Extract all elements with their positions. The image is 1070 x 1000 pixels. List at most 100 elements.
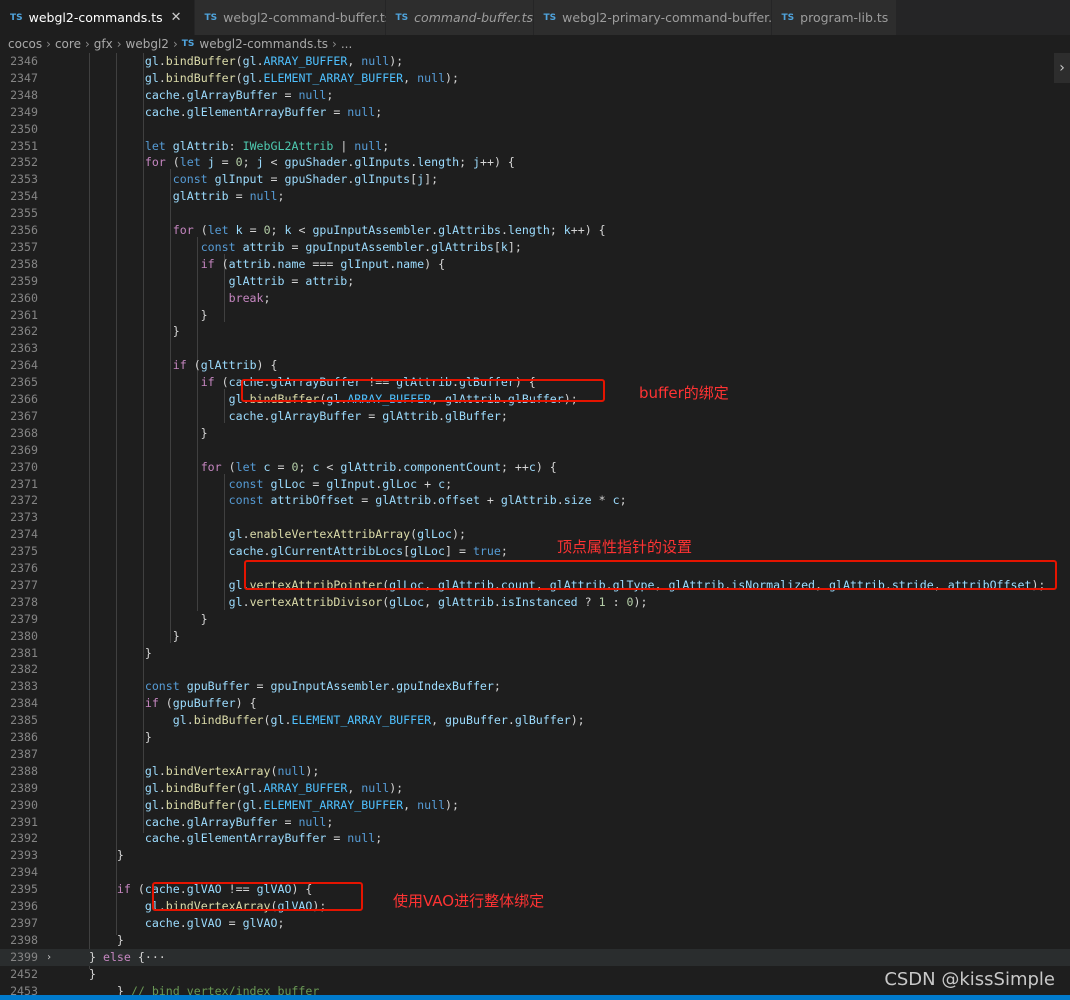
code-line[interactable]: 2353 const glInput = gpuShader.glInputs[… [0,171,1070,188]
code-line[interactable]: 2370 for (let c = 0; c < glAttrib.compon… [0,459,1070,476]
code-line[interactable]: 2360 break; [0,290,1070,307]
line-number: 2352 [10,155,38,170]
code-line[interactable]: 2379 } [0,611,1070,628]
code-line[interactable]: 2384 if (gpuBuffer) { [0,695,1070,712]
line-number: 2353 [10,172,38,187]
code-line[interactable]: 2350 [0,121,1070,138]
line-number: 2356 [10,223,38,237]
line-number: 2351 [10,138,38,153]
code-line[interactable]: 2397 cache.glVAO = glVAO; [0,915,1070,932]
code-line[interactable]: 2361 } [0,307,1070,324]
code-line[interactable]: 2348 cache.glArrayBuffer = null; [0,87,1070,104]
code-line[interactable]: 2364 if (glAttrib) { [0,357,1070,374]
chevron-right-icon: › [84,37,90,51]
tab-label: webgl2-primary-command-buffer.ts [562,10,784,25]
line-number: 2380 [10,628,38,643]
code-line[interactable]: 2391 cache.glArrayBuffer = null; [0,814,1070,831]
code-line[interactable]: 2381 } [0,645,1070,662]
highlight-box [152,882,363,911]
line-number: 2365 [10,375,38,390]
breadcrumb-item-core[interactable]: core [55,37,81,51]
code-line[interactable]: 2373 [0,509,1070,526]
code-line[interactable]: 2356 for (let k = 0; k < gpuInputAssembl… [0,222,1070,239]
close-icon[interactable]: ✕ [171,10,182,25]
code-line[interactable]: 2375 cache.glCurrentAttribLocs[glLoc] = … [0,543,1070,560]
code-line[interactable]: 2347 gl.bindBuffer(gl.ELEMENT_ARRAY_BUFF… [0,70,1070,87]
chevron-right-icon: › [172,37,178,51]
code-line[interactable]: 2386 } [0,729,1070,746]
code-line[interactable]: 2374 gl.enableVertexAttribArray(glLoc); [0,526,1070,543]
code-line[interactable]: 2387 [0,746,1070,763]
line-number: 2378 [10,594,38,609]
line-number: 2358 [10,256,38,271]
tab-label: command-buffer.ts [414,10,534,25]
code-text: const attrib = gpuInputAssembler.glAttri… [200,239,522,254]
code-line[interactable]: 2392 cache.glElementArrayBuffer = null; [0,830,1070,847]
line-number: 2395 [10,882,38,897]
code-line[interactable]: 2390 gl.bindBuffer(gl.ELEMENT_ARRAY_BUFF… [0,797,1070,814]
tab-webgl2-commands[interactable]: TS webgl2-commands.ts ✕ [0,0,195,35]
breadcrumb-item-cocos[interactable]: cocos [8,37,42,51]
code-line[interactable]: 2352 for (let j = 0; j < gpuShader.glInp… [0,154,1070,171]
breadcrumb-item-symbol[interactable]: ... [341,37,352,51]
typescript-file-icon: TS [204,12,218,23]
code-text: gl.bindVertexArray(null); [144,763,320,778]
code-line[interactable]: 2357 const attrib = gpuInputAssembler.gl… [0,239,1070,256]
code-line[interactable]: 2394 [0,864,1070,881]
fold-chevron-icon[interactable]: › [46,949,52,966]
code-line[interactable]: 2363 [0,340,1070,357]
code-line[interactable]: 2358 if (attrib.name === glInput.name) { [0,256,1070,273]
code-text: cache.glArrayBuffer = glAttrib.glBuffer; [228,408,508,423]
breadcrumb-item-file[interactable]: webgl2-commands.ts [199,37,328,51]
code-line[interactable]: 2385 gl.bindBuffer(gl.ELEMENT_ARRAY_BUFF… [0,712,1070,729]
tab-webgl2-primary-command-buffer[interactable]: TS webgl2-primary-command-buffer.ts [533,0,784,35]
code-line[interactable]: 2380 } [0,628,1070,645]
code-text: const glInput = gpuShader.glInputs[j]; [172,172,439,187]
code-text: gl.bindBuffer(gl.ELEMENT_ARRAY_BUFFER, g… [172,713,585,728]
code-line[interactable]: 2354 glAttrib = null; [0,188,1070,205]
code-line[interactable]: 2378 gl.vertexAttribDivisor(glLoc, glAtt… [0,594,1070,611]
code-editor[interactable]: 2346 gl.bindBuffer(gl.ARRAY_BUFFER, null… [0,53,1070,1000]
code-line[interactable]: 2349 cache.glElementArrayBuffer = null; [0,104,1070,121]
code-text: if (attrib.name === glInput.name) { [200,256,446,271]
code-text: gl.vertexAttribDivisor(glLoc, glAttrib.i… [228,594,648,609]
code-line[interactable]: 2383 const gpuBuffer = gpuInputAssembler… [0,678,1070,695]
breadcrumb-item-webgl2[interactable]: webgl2 [126,37,169,51]
code-line[interactable]: 2388 gl.bindVertexArray(null); [0,763,1070,780]
highlight-box [241,379,605,402]
code-line[interactable]: 2371 const glLoc = glInput.glLoc + c; [0,476,1070,493]
code-line[interactable]: 2369 [0,442,1070,459]
code-line[interactable]: 2355 [0,205,1070,222]
tab-webgl2-command-buffer[interactable]: TS webgl2-command-buffer.ts [194,0,391,35]
code-line[interactable]: 2382 [0,661,1070,678]
code-text: gl.bindBuffer(gl.ARRAY_BUFFER, null); [144,54,404,68]
code-text: cache.glElementArrayBuffer = null; [144,104,383,119]
breadcrumb-item-gfx[interactable]: gfx [94,37,113,51]
line-number: 2388 [10,763,38,778]
code-text: } [89,611,208,626]
scroll-right-icon[interactable]: › [1054,53,1070,83]
line-number: 2384 [10,696,38,711]
code-text: gl.enableVertexAttribArray(glLoc); [228,527,466,542]
code-line[interactable]: 2389 gl.bindBuffer(gl.ARRAY_BUFFER, null… [0,780,1070,797]
annotation-vao-binding: 使用VAO进行整体绑定 [393,892,545,910]
tab-program-lib[interactable]: TS program-lib.ts [771,0,897,35]
code-line[interactable]: 2399 ›} else {··· [0,948,1070,966]
line-number: 2368 [10,425,38,440]
code-line[interactable]: 2359 glAttrib = attrib; [0,273,1070,290]
line-number: 2381 [10,645,38,660]
code-line[interactable]: 2362 } [0,323,1070,340]
code-text: } [89,848,124,863]
line-number: 2348 [10,87,38,102]
tab-command-buffer[interactable]: TS command-buffer.ts [385,0,534,35]
code-line[interactable]: 2393 } [0,847,1070,864]
line-number: 2363 [10,341,38,356]
code-line[interactable]: 2398 } [0,932,1070,949]
code-line[interactable]: 2367 cache.glArrayBuffer = glAttrib.glBu… [0,408,1070,425]
code-line[interactable]: 2368 } [0,425,1070,442]
code-line[interactable]: 2372 const attribOffset = glAttrib.offse… [0,492,1070,509]
code-line[interactable]: 2351 let glAttrib: IWebGL2Attrib | null; [0,138,1070,155]
code-text: for (let c = 0; c < glAttrib.componentCo… [200,459,557,474]
code-line[interactable]: 2346 gl.bindBuffer(gl.ARRAY_BUFFER, null… [0,53,1070,70]
status-bar [0,995,1070,1000]
